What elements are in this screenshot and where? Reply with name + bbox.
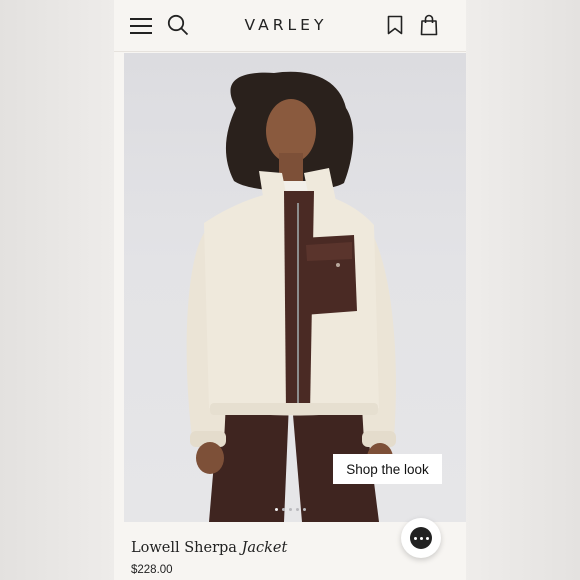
carousel-dot[interactable] (275, 508, 278, 511)
bag-button[interactable] (418, 12, 440, 38)
menu-icon (130, 18, 152, 34)
shop-the-look-button[interactable]: Shop the look (333, 454, 442, 484)
product-title-main: Lowell Sherpa (131, 540, 237, 556)
site-header: VARLEY (114, 0, 466, 52)
carousel-dot[interactable] (296, 508, 299, 511)
search-icon (167, 14, 189, 36)
carousel-indicator (275, 508, 306, 511)
product-photo (186, 71, 396, 522)
product-image[interactable]: Shop the look (124, 53, 466, 522)
menu-button[interactable] (128, 13, 154, 39)
chat-icon (410, 527, 432, 549)
mobile-viewport: VARLEY Shop the look Lowell Sherpa Jacke… (114, 0, 466, 580)
search-button[interactable] (165, 12, 191, 38)
bag-icon (420, 14, 438, 36)
bookmark-icon (387, 15, 403, 35)
carousel-dot[interactable] (303, 508, 306, 511)
product-price: $228.00 (131, 564, 173, 576)
brand-logo[interactable]: VARLEY (226, 14, 346, 36)
chat-button[interactable] (401, 518, 441, 558)
carousel-dot[interactable] (282, 508, 285, 511)
product-title: Lowell Sherpa Jacket (131, 540, 287, 560)
product-title-italic: Jacket (241, 540, 288, 556)
wishlist-button[interactable] (384, 13, 406, 37)
carousel-dot[interactable] (289, 508, 292, 511)
